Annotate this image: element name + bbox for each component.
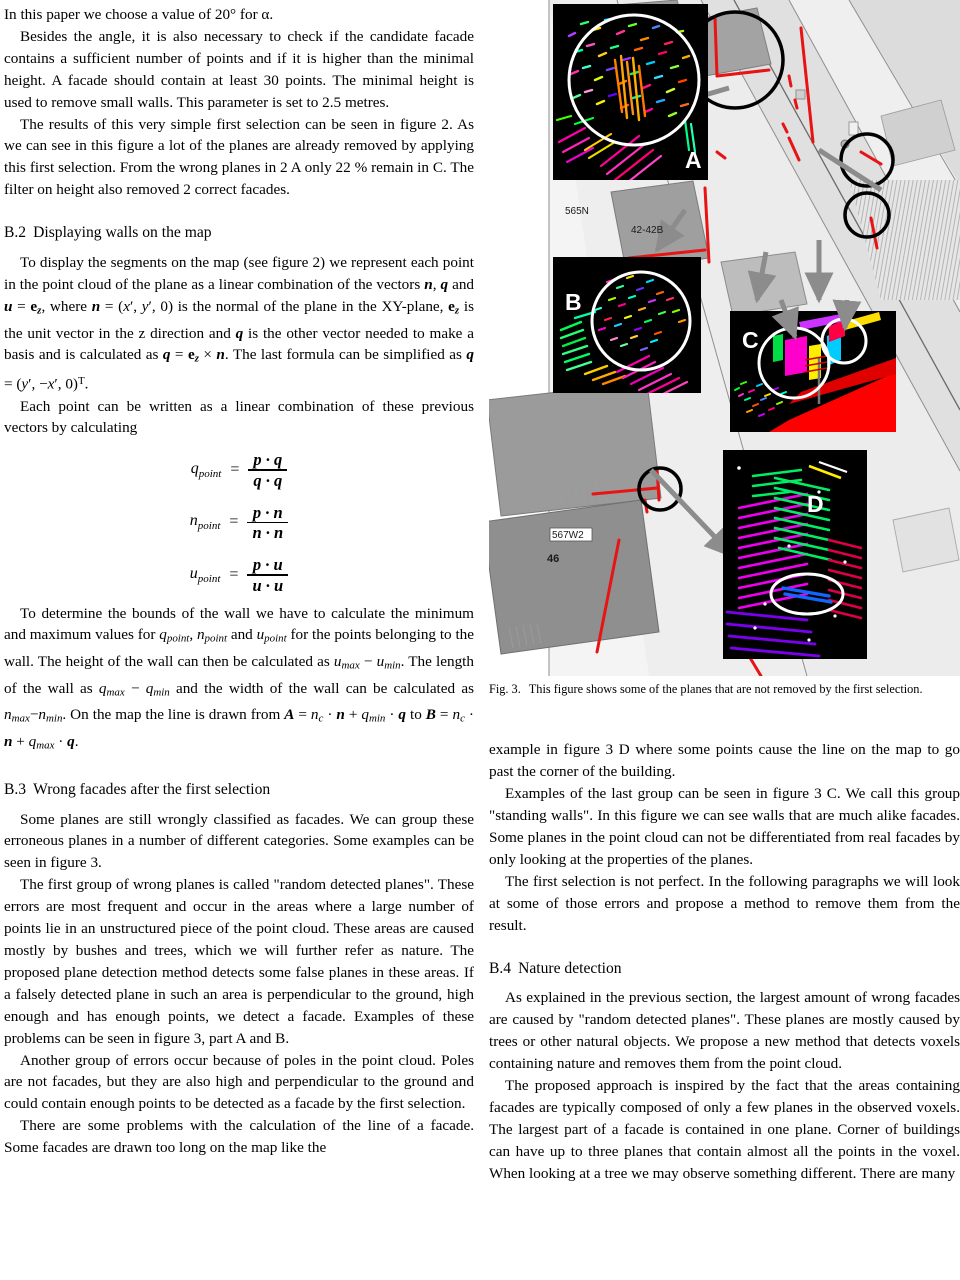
map-label-567w2: 567W2 bbox=[549, 527, 593, 542]
paragraph: Besides the angle, it is also necessary … bbox=[4, 27, 474, 111]
panel-d-pointcloud: D bbox=[723, 450, 867, 659]
paragraph-bounds: To determine the bounds of the wall we h… bbox=[4, 604, 474, 752]
section-heading-b2: B.2 Displaying walls on the map bbox=[4, 222, 474, 244]
section-number: B.4 bbox=[489, 959, 512, 977]
map-label-46: 46 bbox=[547, 553, 559, 565]
paragraph: The results of this very simple first se… bbox=[4, 115, 474, 199]
svg-text:567W2: 567W2 bbox=[552, 530, 584, 541]
paper-page: In this paper we choose a value of 20° f… bbox=[0, 0, 960, 1280]
figure-3-graphic: A B C D 565N 42-42B 567W2 46 bbox=[489, 0, 960, 676]
paragraph: There are some problems with the calcula… bbox=[4, 1117, 474, 1157]
map-label-42-42b: 42-42B bbox=[631, 225, 664, 236]
section-title: Nature detection bbox=[518, 959, 622, 977]
left-column: In this paper we choose a value of 20° f… bbox=[4, 4, 474, 1159]
equation-q-point: qpoint = p · q q · q bbox=[4, 450, 474, 490]
equation-block: qpoint = p · q q · q npoint = p · n n · … bbox=[4, 439, 474, 602]
paragraph: Another group of errors occur because of… bbox=[4, 1051, 474, 1113]
equals-sign: = bbox=[229, 513, 239, 531]
fraction: p · u u · u bbox=[247, 555, 289, 595]
paragraph: Examples of the last group can be seen i… bbox=[489, 785, 960, 868]
paragraph: Some planes are still wrongly classified… bbox=[4, 810, 474, 872]
paragraph: In this paper we choose a value of 20° f… bbox=[4, 6, 274, 23]
fraction-numerator: p · u bbox=[252, 555, 283, 575]
fraction-denominator: n · n bbox=[252, 523, 284, 543]
fraction-numerator: p · n bbox=[252, 502, 283, 522]
figure-3: A B C D 565N 42-42B 567W2 46 bbox=[489, 0, 960, 676]
equation-u-point: upoint = p · u u · u bbox=[4, 555, 474, 595]
fraction-numerator: p · q bbox=[253, 450, 283, 470]
panel-a-pointcloud: A bbox=[553, 4, 708, 180]
fraction: p · n n · n bbox=[247, 502, 289, 543]
right-column: A B C D 565N 42-42B 567W2 46 Fig. 3. Thi… bbox=[489, 0, 960, 1185]
panel-b-letter: B bbox=[565, 289, 582, 315]
equals-sign: = bbox=[230, 461, 240, 479]
fraction: p · q q · q bbox=[248, 450, 288, 490]
figure-caption-text: This figure shows some of the planes tha… bbox=[528, 682, 923, 696]
paragraph: Each point can be written as a linear co… bbox=[4, 397, 474, 437]
map-label-565n: 565N bbox=[565, 206, 589, 217]
panel-c-pointcloud: C bbox=[730, 299, 896, 432]
fraction-denominator: u · u bbox=[252, 575, 284, 595]
paragraph: The proposed approach is inspired by the… bbox=[489, 1077, 960, 1182]
paragraph: As explained in the previous section, th… bbox=[489, 989, 960, 1073]
section-heading-b3: B.3 Wrong facades after the first selecti… bbox=[4, 779, 474, 801]
equation-lhs: npoint bbox=[189, 512, 221, 533]
equation-n-point: npoint = p · n n · n bbox=[4, 503, 474, 542]
section-title: Wrong facades after the first selection bbox=[33, 780, 271, 798]
panel-d-letter: D bbox=[807, 491, 824, 517]
panel-a-letter: A bbox=[685, 147, 702, 173]
fraction-denominator: q · q bbox=[253, 470, 283, 490]
equation-lhs: qpoint bbox=[190, 459, 222, 481]
figure-3-caption: Fig. 3. This figure shows some of the pla… bbox=[489, 676, 960, 697]
section-title: Displaying walls on the map bbox=[33, 224, 212, 242]
equation-lhs: upoint bbox=[189, 564, 221, 585]
panel-c-letter: C bbox=[742, 327, 759, 353]
paragraph-b2-vectors: To display the segments on the map (see … bbox=[4, 254, 475, 393]
figure-caption-label: Fig. 3. bbox=[489, 682, 521, 696]
section-heading-b4: B.4 Nature detection bbox=[489, 958, 960, 980]
equals-sign: = bbox=[229, 565, 239, 583]
section-number: B.3 bbox=[4, 780, 27, 798]
panel-b-pointcloud: B bbox=[553, 257, 701, 393]
paragraph: The first selection is not perfect. In t… bbox=[489, 872, 960, 934]
section-number: B.2 bbox=[4, 224, 27, 242]
paragraph: example in figure 3 D where some points … bbox=[489, 741, 960, 781]
paragraph: The first group of wrong planes is calle… bbox=[4, 876, 474, 1047]
